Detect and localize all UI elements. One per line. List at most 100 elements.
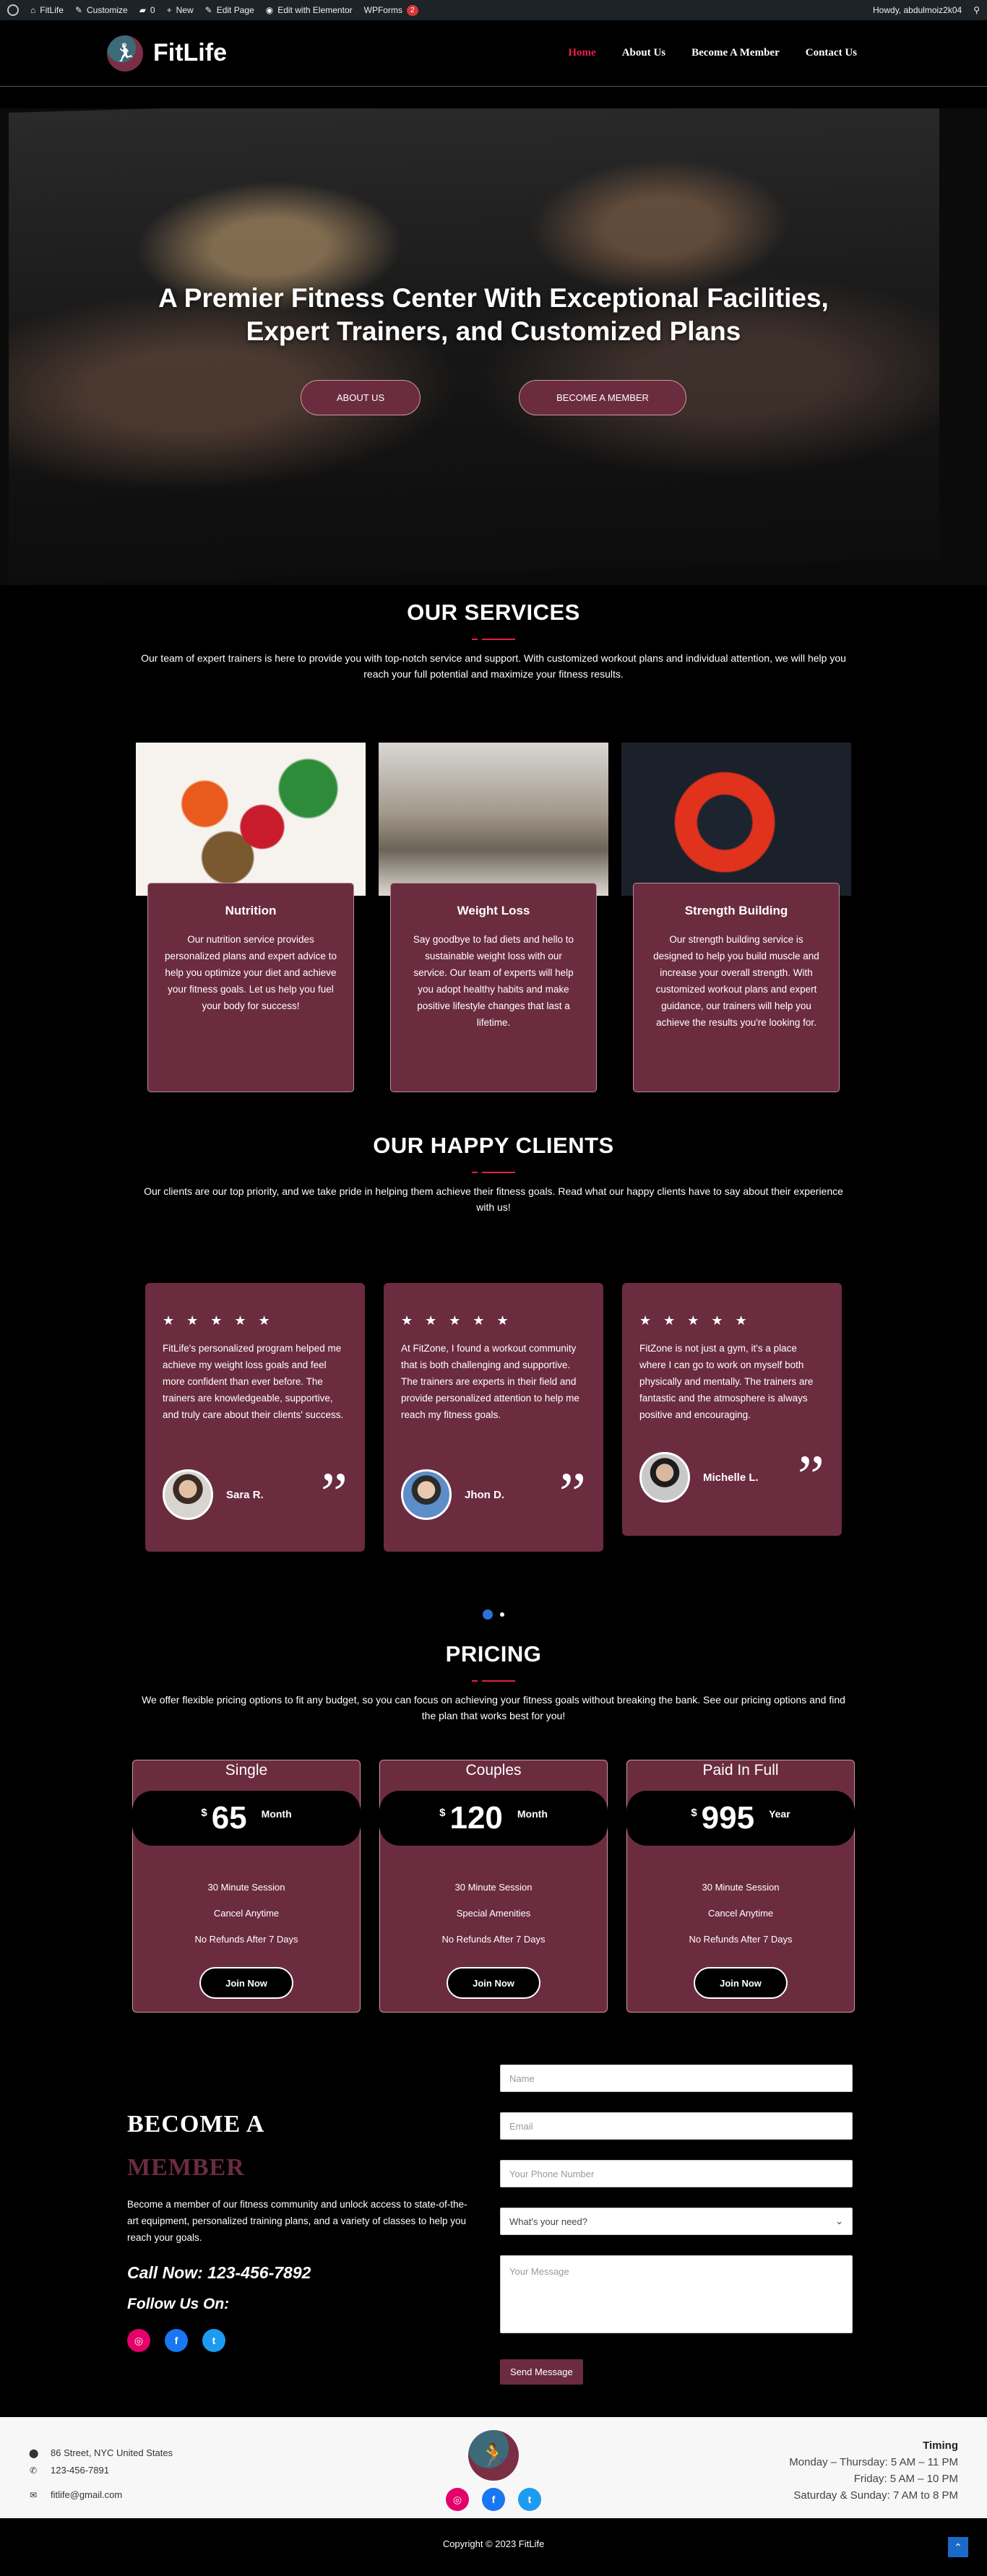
admin-site-link[interactable]: ⌂ FitLife [30, 5, 64, 15]
email-field[interactable]: Email [500, 2112, 853, 2140]
currency-symbol: $ [691, 1807, 697, 1819]
join-now-button[interactable]: Join Now [447, 1967, 540, 1999]
footer-address: 86 Street, NYC United States [51, 2447, 173, 2458]
avatar [401, 1469, 452, 1520]
plan-period: Month [517, 1808, 548, 1820]
about-us-button[interactable]: ABOUT US [301, 380, 421, 415]
currency-symbol: $ [201, 1807, 207, 1819]
need-select[interactable]: What's your need? ⌄ [500, 2208, 853, 2235]
site-footer: ⬤ 86 Street, NYC United States ✆ 123-456-7… [0, 2417, 987, 2576]
location-pin-icon: ⬤ [29, 2448, 39, 2458]
nav-contact-us[interactable]: Contact Us [806, 47, 857, 59]
footer-contact: ⬤ 86 Street, NYC United States ✆ 123-456-7… [29, 2445, 173, 2504]
elementor-icon: ◉ [265, 5, 274, 15]
currency-symbol: $ [439, 1807, 446, 1819]
footer-email[interactable]: fitlife@gmail.com [51, 2486, 122, 2504]
name-field[interactable]: Name [500, 2065, 853, 2092]
twitter-icon[interactable]: t [518, 2488, 541, 2511]
become-member-button[interactable]: BECOME A MEMBER [519, 380, 686, 415]
copyright-text: Copyright © 2023 FitLife [442, 2538, 545, 2549]
plan-feature: Cancel Anytime [707, 1908, 774, 1919]
brand[interactable]: FitLife [107, 35, 227, 72]
member-subtitle: MEMBER [127, 2154, 245, 2181]
admin-elementor-link[interactable]: ◉ Edit with Elementor [266, 5, 353, 15]
footer-timing: Timing Monday – Thursday: 5 AM – 11 PM F… [789, 2437, 958, 2504]
facebook-icon[interactable]: f [165, 2329, 188, 2352]
message-field[interactable]: Your Message [500, 2255, 853, 2333]
price-card-single: Single $ 65 Month 30 Minute Session Canc… [132, 1760, 361, 2013]
section-divider [472, 1172, 515, 1173]
plan-features: 30 Minute Session Cancel Anytime No Refu… [133, 1875, 360, 1953]
price-band: $ 120 Month [379, 1791, 608, 1846]
quote-icon: ” [797, 1443, 824, 1510]
client-name: Sara R. [226, 1488, 264, 1501]
section-divider [472, 639, 515, 640]
main-nav: Home About Us Become A Member Contact Us [568, 47, 857, 59]
pricing-description: We offer flexible pricing options to fit… [142, 1694, 845, 1721]
join-now-button[interactable]: Join Now [199, 1967, 293, 1999]
admin-customize-link[interactable]: ✎ Customize [75, 5, 128, 15]
search-icon[interactable]: ⚲ [973, 5, 980, 15]
service-card: Weight Loss Say goodbye to fad diets and… [390, 883, 597, 1092]
site-header: FitLife Home About Us Become A Member Co… [0, 20, 987, 87]
section-divider [472, 1680, 515, 1682]
become-member-section: BECOME A MEMBER Become a member of our f… [0, 2013, 987, 2417]
star-rating-icon: ★ ★ ★ ★ ★ [401, 1313, 513, 1328]
pricing-title: PRICING [445, 1641, 542, 1667]
footer-social-links: ◎ f t [446, 2488, 541, 2511]
service-nutrition: Nutrition Our nutrition service provides… [136, 743, 366, 1092]
admin-wpforms-link[interactable]: WPForms 2 [364, 4, 418, 16]
avatar [163, 1469, 213, 1520]
join-now-button[interactable]: Join Now [694, 1967, 788, 1999]
admin-edit-page-link[interactable]: ✎ Edit Page [205, 5, 254, 15]
send-message-button[interactable]: Send Message [500, 2359, 583, 2385]
fitlife-logo[interactable] [107, 35, 143, 72]
avatar [639, 1452, 690, 1503]
phone-icon: ✆ [29, 2465, 38, 2476]
footer-logo[interactable]: 🏃 [468, 2430, 519, 2481]
instagram-icon[interactable]: ◎ [127, 2329, 150, 2352]
service-strength-building: Strength Building Our strength building … [621, 743, 851, 1092]
admin-howdy-link[interactable]: Howdy, abdulmoiz2k04 [873, 5, 962, 15]
wordpress-logo-icon[interactable] [7, 4, 19, 16]
carousel-dot-active[interactable] [483, 1609, 493, 1620]
price-band: $ 995 Year [626, 1791, 855, 1846]
plan-period: Year [769, 1808, 790, 1820]
brand-name[interactable]: FitLife [153, 39, 227, 67]
plan-period: Month [261, 1808, 292, 1820]
testimonial-text: At FitZone, I found a workout community … [401, 1343, 579, 1420]
plan-feature: Special Amenities [456, 1908, 531, 1919]
clients-section: OUR HAPPY CLIENTS Our clients are our to… [0, 1133, 987, 1620]
phone-field[interactable]: Your Phone Number [500, 2160, 853, 2187]
strength-building-image [621, 743, 851, 896]
nav-home[interactable]: Home [568, 47, 595, 59]
admin-comments-link[interactable]: ▰ 0 [139, 5, 155, 15]
carousel-pagination [0, 1609, 987, 1620]
carousel-dot[interactable] [500, 1612, 504, 1617]
client-name: Michelle L. [703, 1471, 759, 1484]
footer-phone[interactable]: 123-456-7891 [51, 2462, 109, 2479]
plan-name: Single [225, 1762, 268, 1778]
admin-new-link[interactable]: + New [167, 5, 194, 15]
instagram-icon[interactable]: ◎ [446, 2488, 469, 2511]
nav-become-member[interactable]: Become A Member [691, 47, 780, 59]
service-text: Say goodbye to fad diets and hello to su… [413, 934, 574, 1028]
service-title: Strength Building [684, 904, 788, 917]
nav-about-us[interactable]: About Us [622, 47, 665, 59]
clients-title: OUR HAPPY CLIENTS [373, 1133, 614, 1158]
need-select-value: What's your need? [509, 2216, 587, 2227]
facebook-icon[interactable]: f [482, 2488, 505, 2511]
scroll-to-top-icon[interactable]: ⌃ [948, 2537, 968, 2557]
testimonial-text: FitLife's personalized program helped me… [163, 1343, 344, 1420]
plan-features: 30 Minute Session Special Amenities No R… [380, 1875, 607, 1953]
plan-price: 65 [211, 1800, 247, 1836]
wpforms-badge: 2 [406, 4, 418, 16]
quote-icon: ” [320, 1461, 348, 1528]
plan-price: 995 [701, 1800, 755, 1836]
twitter-icon[interactable]: t [202, 2329, 225, 2352]
testimonial-text: FitZone is not just a gym, it's a place … [639, 1343, 814, 1420]
timing-line: Saturday & Sunday: 7 AM to 8 PM [793, 2489, 958, 2502]
price-band: $ 65 Month [132, 1791, 361, 1846]
hero-title: A Premier Fitness Center With Exceptiona… [158, 283, 829, 346]
price-card-couples: Couples $ 120 Month 30 Minute Session Sp… [379, 1760, 608, 2013]
